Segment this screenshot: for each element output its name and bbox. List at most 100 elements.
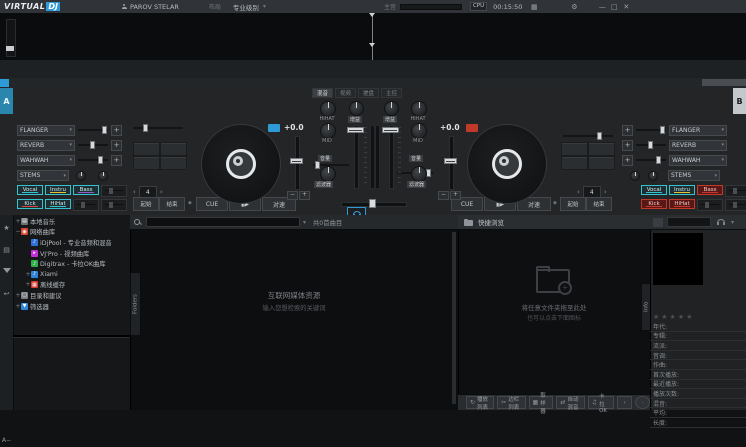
deck-b-pad[interactable] [588,142,615,156]
channel-a-gain-knob[interactable] [349,101,364,116]
deck-b-loop-out-button[interactable]: 结束 [586,197,612,211]
fx-add-button[interactable]: + [111,140,122,151]
filter-funnel-icon[interactable] [0,263,13,277]
tree-item[interactable]: ♪Digitrax - 卡拉OK曲库 [13,258,130,269]
waveform-zoom-slider[interactable] [6,19,16,57]
mixer-tab-1[interactable]: 视频 [335,88,356,98]
deck-a-jog-wheel[interactable] [201,124,281,204]
deck-a-stem-instru[interactable]: Instru [45,185,71,195]
mixer-a-hihat-knob[interactable] [320,101,336,117]
tree-item[interactable]: −◉网络曲库 [13,227,130,238]
mixer-b-hihat-knob[interactable] [411,101,427,117]
deck-a-pitch-handle[interactable] [290,158,303,164]
deck-a-stems-knob-2[interactable] [98,171,108,181]
deck-a-quantize-badge[interactable] [268,124,280,132]
fx-add-button[interactable]: + [622,140,633,151]
deck-b-pitch-plus[interactable]: + [450,191,461,200]
deck-a-fx-select-flanger[interactable]: FLANGER▾ [17,125,75,136]
tree-item[interactable]: +♪Xiami [13,269,130,280]
back-arrow-icon[interactable]: ↩ [0,287,13,301]
channel-a-volume-handle[interactable] [347,127,364,133]
file-list-scrollbar[interactable] [452,232,456,404]
prelisten-progress[interactable] [667,217,711,227]
deck-b-fx-slider[interactable] [636,141,666,149]
fx-add-button[interactable]: + [622,155,633,166]
deck-b-fx-select-flanger[interactable]: FLANGER▾ [669,125,727,136]
loop-half-button[interactable]: ‹ [577,188,580,196]
deck-a-pad[interactable] [133,156,160,170]
deck-b-pad[interactable] [561,156,588,170]
deck-a-pitch-minus[interactable]: − [287,191,298,200]
deck-b-stems-knob-1[interactable] [648,171,658,181]
deck-b-stems-knob-2[interactable] [630,171,640,181]
tree-item[interactable]: ▸VJ'Pro - 视频曲库 [13,248,130,259]
maximize-button[interactable]: □ [608,3,620,11]
channel-b-volume-handle[interactable] [382,127,399,133]
deck-a-stems-select[interactable]: STEMS▾ [17,170,69,181]
deck-b-pitch-handle[interactable] [444,158,457,164]
mixer-b-filter-knob[interactable] [411,166,427,182]
layout-select[interactable]: 专业级别 ▾ [233,2,266,12]
close-button[interactable]: ✕ [620,3,632,11]
deck-a-fx-select-reverb[interactable]: REVERB▾ [17,140,75,151]
sideview-自动混音[interactable]: ⇄自动混音 [556,396,584,409]
loop-half-button[interactable]: ‹ [133,188,136,196]
file-list-panel[interactable] [130,215,459,410]
channel-b-volume-fader[interactable] [389,125,394,189]
deck-b-quantize-badge[interactable] [466,124,478,132]
fx-add-button[interactable]: + [622,125,633,136]
tree-item[interactable]: +▤本地音乐 [13,216,130,227]
deck-a-tab[interactable]: A [0,88,13,114]
deck-b-pad[interactable] [588,156,615,170]
deck-a-fx-slider[interactable] [78,156,108,164]
deck-b-fx-select-reverb[interactable]: REVERB▾ [669,140,727,151]
stem-slider-slot[interactable] [725,185,746,197]
sideview-取样器[interactable]: ▦取样器 [529,396,554,409]
user-menu[interactable]: PAROV STELAR [122,3,179,11]
deck-a-pad[interactable] [160,156,187,170]
chevron-down-icon[interactable]: ▾ [731,219,734,226]
sideview-more-button[interactable]: · [635,396,650,409]
mixer-tab-0[interactable]: 混音 [312,88,333,98]
deck-a-stem-hihat[interactable]: HiHat [45,199,71,209]
grid-chip-icon[interactable] [653,218,663,227]
sideview-next-button[interactable]: › [617,396,632,409]
search-dropdown-icon[interactable]: ▾ [303,219,306,226]
deck-b-fx-slider[interactable] [636,156,666,164]
deck-b-stem-vocal[interactable]: Vocal [641,185,667,195]
deck-a-loop-in-button[interactable]: 起始 [133,197,159,211]
sideview-边栏列表[interactable]: ✂边栏列表 [497,396,525,409]
deck-b-stem-hihat[interactable]: HiHat [669,199,695,209]
stem-slider-slot[interactable] [101,185,127,197]
tree-item[interactable]: ♪iDjPool - 专业音频和混音 [13,237,130,248]
deck-a-pitch-plus[interactable]: + [299,191,310,200]
sideview-卡拉OK[interactable]: ♫卡拉OK [588,396,614,409]
mixer-tab-3[interactable]: 主控 [381,88,402,98]
search-input[interactable] [146,217,300,227]
album-art[interactable] [653,233,703,285]
deck-b-stems-select[interactable]: STEMS▾ [668,170,720,181]
mixer-b-mid-knob[interactable] [411,123,427,139]
tree-item[interactable]: +▼筛选器 [13,301,130,312]
prelisten-headphones-icon[interactable] [717,219,725,225]
grid-anchor-icon[interactable] [0,79,9,87]
deck-a-fx-select-wahwah[interactable]: WAHWAH▾ [17,155,75,166]
beat-strip-scroller[interactable] [702,79,746,86]
deck-a-pad[interactable] [133,142,160,156]
deck-a-fx-slider[interactable] [78,126,108,134]
tree-splitter[interactable] [13,335,130,338]
deck-b-loop-in-button[interactable]: 起始 [560,197,586,211]
deck-b-stem-kick[interactable]: Kick [641,199,667,209]
deck-a-stem-bass[interactable]: Bass [73,185,99,195]
settings-gear-icon[interactable]: ⚙ [568,3,580,11]
rating-stars[interactable]: ★★★★★ [653,313,694,321]
deck-a-fx-slider[interactable] [78,141,108,149]
fx-add-button[interactable]: + [111,155,122,166]
sideview-播放列表[interactable]: ↻播放列表 [466,396,494,409]
calendar-icon[interactable]: ▦ [528,3,540,11]
favorite-star-icon[interactable]: ★ [0,221,13,235]
deck-a-stem-kick[interactable]: Kick [17,199,43,209]
loop-double-button[interactable]: › [160,188,163,196]
deck-a-pad[interactable] [160,142,187,156]
mixer-tab-2[interactable]: 搓盘 [358,88,379,98]
